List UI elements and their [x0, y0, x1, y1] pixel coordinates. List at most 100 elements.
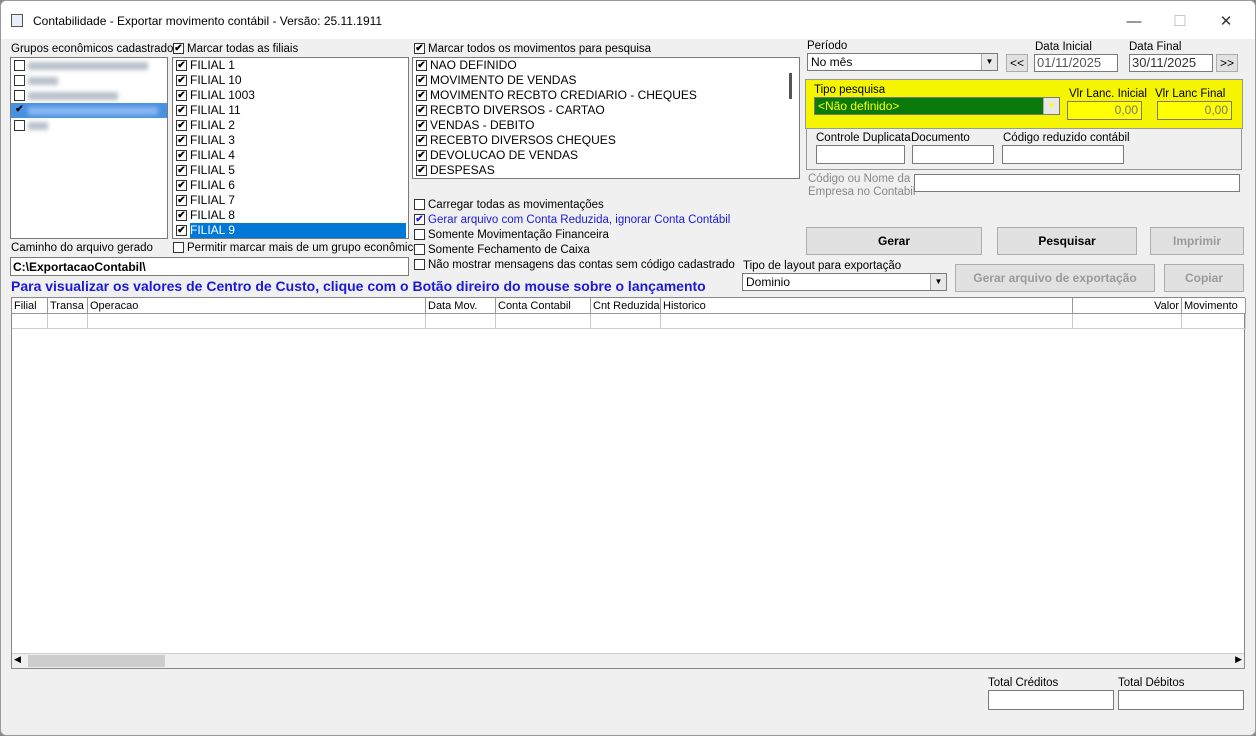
- filial-checkbox[interactable]: ✔: [176, 210, 187, 222]
- filial-checkbox[interactable]: ✔: [176, 180, 187, 192]
- option-checkbox[interactable]: Não mostrar mensagens das contas sem cód…: [414, 259, 735, 274]
- column-header[interactable]: Filial: [12, 298, 48, 314]
- filial-item[interactable]: ✔ FILIAL 7: [173, 193, 408, 208]
- horizontal-scrollbar[interactable]: ◀ ▶: [12, 653, 1244, 668]
- column-header[interactable]: Conta Contabil: [496, 298, 591, 314]
- column-header[interactable]: Operacao: [88, 298, 426, 314]
- movimento-checkbox[interactable]: ✔: [416, 90, 427, 102]
- movimento-checkbox[interactable]: ✔: [416, 75, 427, 87]
- grid-cell[interactable]: [496, 314, 591, 329]
- movimento-item[interactable]: ✔ RECEBTO DIVERSOS CHEQUES: [413, 133, 799, 148]
- option-checkbox[interactable]: Somente Fechamento de Caixa: [414, 244, 735, 259]
- movimentos-scrollbar[interactable]: [789, 73, 792, 99]
- filial-item[interactable]: ✔ FILIAL 2: [173, 118, 408, 133]
- option-checkbox[interactable]: ✔ Gerar arquivo com Conta Reduzida, ignor…: [414, 214, 735, 229]
- next-period-button[interactable]: >>: [1216, 54, 1238, 72]
- gerar-button[interactable]: Gerar: [806, 227, 982, 255]
- scrollbar-thumb[interactable]: [28, 655, 165, 667]
- column-header[interactable]: Data Mov.: [426, 298, 496, 314]
- grid-cell[interactable]: [591, 314, 661, 329]
- imprimir-button[interactable]: Imprimir: [1150, 227, 1244, 255]
- minimize-button[interactable]: —: [1111, 9, 1157, 35]
- documento-input[interactable]: [912, 145, 994, 164]
- filial-checkbox[interactable]: ✔: [176, 120, 187, 132]
- filial-checkbox[interactable]: ✔: [176, 225, 187, 237]
- results-grid[interactable]: ◀ ▶ Filial Transa Operacao Data Mov. Conta C…: [11, 297, 1246, 669]
- filial-item[interactable]: ✔ FILIAL 9: [173, 223, 408, 238]
- movimento-checkbox[interactable]: ✔: [416, 60, 427, 72]
- movimentos-list[interactable]: ✔ NAO DEFINIDO ✔ MOVIMENTO DE VENDAS ✔ MOVIME…: [412, 57, 800, 179]
- group-checkbox[interactable]: [14, 60, 25, 72]
- filial-item[interactable]: ✔ FILIAL 1003: [173, 88, 408, 103]
- vlr-final-input[interactable]: 0,00: [1157, 101, 1232, 120]
- groups-list[interactable]: ✔: [10, 57, 168, 239]
- filial-checkbox[interactable]: ✔: [176, 135, 187, 147]
- filial-item[interactable]: ✔ FILIAL 8: [173, 208, 408, 223]
- group-checkbox[interactable]: [14, 90, 25, 102]
- movimento-item[interactable]: ✔ DEVOLUCAO DE VENDAS: [413, 148, 799, 163]
- grid-cell[interactable]: [1182, 314, 1246, 329]
- close-button[interactable]: ✕: [1203, 9, 1249, 35]
- scroll-left-icon[interactable]: ◀: [14, 654, 21, 665]
- movimento-checkbox[interactable]: ✔: [416, 135, 427, 147]
- codigo-reduzido-input[interactable]: [1002, 145, 1124, 164]
- movimento-checkbox[interactable]: ✔: [416, 165, 427, 177]
- tipo-pesquisa-select[interactable]: <Não definido> ▼: [814, 97, 1060, 115]
- data-inicial-input[interactable]: 01/11/2025: [1034, 54, 1118, 72]
- maximize-button[interactable]: ☐: [1157, 9, 1203, 35]
- filial-item[interactable]: ✔ FILIAL 10: [173, 73, 408, 88]
- movimento-item[interactable]: ✔ NAO DEFINIDO: [413, 58, 799, 73]
- group-item[interactable]: [11, 118, 167, 133]
- column-header[interactable]: Historico: [661, 298, 1073, 314]
- empresa-input[interactable]: [914, 174, 1240, 192]
- prev-period-button[interactable]: <<: [1006, 54, 1028, 72]
- column-header[interactable]: Cnt Reduzida: [591, 298, 661, 314]
- grid-cell[interactable]: [88, 314, 426, 329]
- group-checkbox[interactable]: ✔: [14, 105, 25, 116]
- filial-item[interactable]: ✔ FILIAL 11: [173, 103, 408, 118]
- allow-multi-groups-checkbox[interactable]: Permitir marcar mais de um grupo econômi…: [173, 242, 420, 254]
- column-header[interactable]: Transa: [48, 298, 88, 314]
- group-item[interactable]: [11, 58, 167, 73]
- movimento-item[interactable]: ✔ MOVIMENTO DE VENDAS: [413, 73, 799, 88]
- filial-item[interactable]: ✔ FILIAL 5: [173, 163, 408, 178]
- group-item[interactable]: ✔: [11, 103, 167, 118]
- movimento-item[interactable]: ✔ VENDAS - DEBITO: [413, 118, 799, 133]
- column-header[interactable]: Movimento: [1182, 298, 1246, 314]
- grid-cell[interactable]: [661, 314, 1073, 329]
- grid-cell[interactable]: [426, 314, 496, 329]
- filial-checkbox[interactable]: ✔: [176, 75, 187, 87]
- mark-all-filiais[interactable]: ✔ Marcar todas as filiais: [173, 43, 298, 55]
- filial-checkbox[interactable]: ✔: [176, 150, 187, 162]
- grid-cell[interactable]: [12, 314, 48, 329]
- grid-cell[interactable]: [1073, 314, 1182, 329]
- movimento-item[interactable]: ✔ RECBTO DIVERSOS - CARTAO: [413, 103, 799, 118]
- controle-duplicata-input[interactable]: [816, 145, 905, 164]
- mark-all-movimentos[interactable]: ✔ Marcar todos os movimentos para pesquis…: [414, 43, 651, 55]
- option-checkbox[interactable]: Carregar todas as movimentações: [414, 199, 735, 214]
- scroll-right-icon[interactable]: ▶: [1235, 654, 1242, 665]
- gerar-arquivo-button[interactable]: Gerar arquivo de exportação: [955, 264, 1155, 292]
- periodo-select[interactable]: No mês ▼: [807, 53, 998, 71]
- filial-item[interactable]: ✔ FILIAL 4: [173, 148, 408, 163]
- filial-item[interactable]: ✔ FILIAL 6: [173, 178, 408, 193]
- group-checkbox[interactable]: [14, 75, 25, 87]
- group-checkbox[interactable]: [14, 120, 25, 132]
- group-item[interactable]: [11, 88, 167, 103]
- filial-checkbox[interactable]: ✔: [176, 60, 187, 72]
- copiar-button[interactable]: Copiar: [1164, 264, 1244, 292]
- filial-checkbox[interactable]: ✔: [176, 90, 187, 102]
- movimento-checkbox[interactable]: ✔: [416, 105, 427, 117]
- movimento-item[interactable]: ✔ MOVIMENTO RECBTO CREDIARIO - CHEQUES: [413, 88, 799, 103]
- movimento-checkbox[interactable]: ✔: [416, 150, 427, 162]
- option-checkbox[interactable]: Somente Movimentação Financeira: [414, 229, 735, 244]
- filiais-list[interactable]: ✔ FILIAL 1 ✔ FILIAL 10 ✔ FILIAL 1003 ✔ FILIAL 1…: [172, 57, 409, 239]
- data-final-input[interactable]: 30/11/2025: [1129, 54, 1213, 72]
- filial-checkbox[interactable]: ✔: [176, 165, 187, 177]
- vlr-inicial-input[interactable]: 0,00: [1067, 101, 1142, 120]
- pesquisar-button[interactable]: Pesquisar: [997, 227, 1137, 255]
- layout-select[interactable]: Dominio ▼: [742, 273, 947, 291]
- filial-checkbox[interactable]: ✔: [176, 105, 187, 117]
- movimento-item[interactable]: ✔ DESPESAS: [413, 163, 799, 178]
- path-input[interactable]: C:\ExportacaoContabil\: [10, 257, 409, 276]
